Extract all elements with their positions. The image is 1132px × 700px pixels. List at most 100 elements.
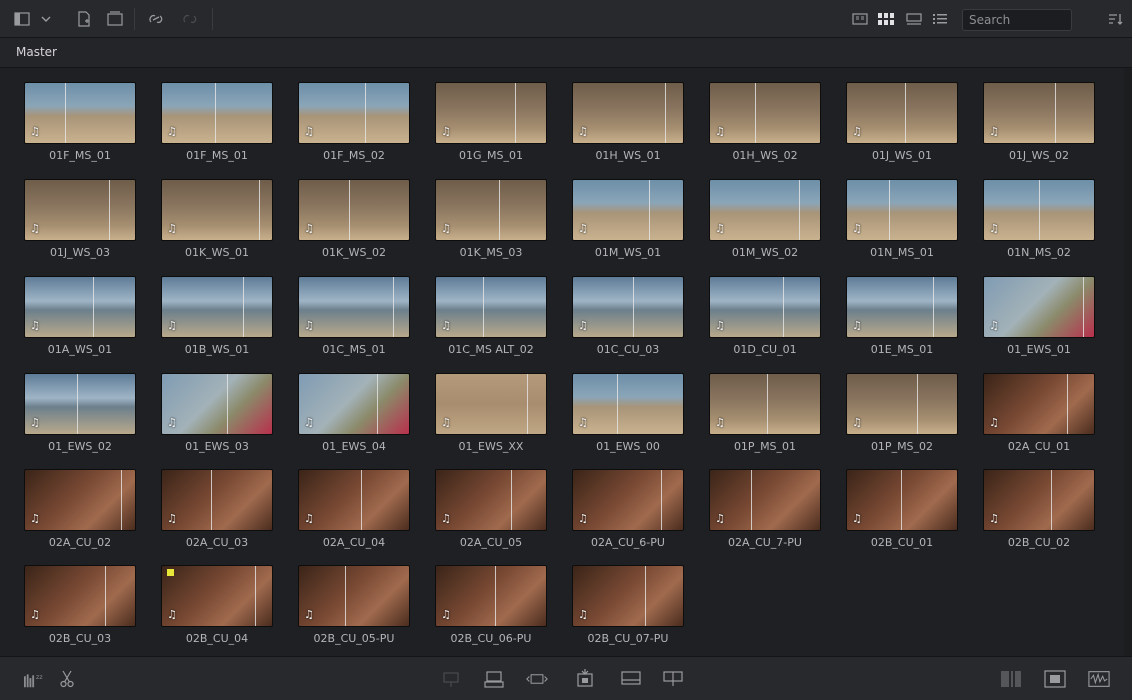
audio-note-icon: ♫ bbox=[715, 222, 725, 235]
playhead-line bbox=[361, 470, 362, 530]
breadcrumb[interactable]: Master bbox=[16, 45, 57, 59]
playhead-line bbox=[109, 180, 110, 240]
audio-note-icon: ♫ bbox=[304, 608, 314, 621]
playhead-line bbox=[751, 470, 752, 530]
grid-scrollbar[interactable] bbox=[1124, 68, 1132, 656]
clip-name: 02B_CU_07-PU bbox=[587, 632, 669, 645]
overwrite-icon[interactable] bbox=[484, 669, 506, 689]
audio-note-icon: ♫ bbox=[578, 125, 588, 138]
playhead-line bbox=[393, 277, 394, 337]
clip-name: 02B_CU_04 bbox=[185, 632, 249, 645]
list-view-icon[interactable] bbox=[930, 9, 950, 29]
new-clip-icon[interactable] bbox=[74, 9, 94, 29]
clip-thumbnail-image: ♫ bbox=[846, 179, 958, 241]
playhead-line bbox=[889, 180, 890, 240]
insert-icon[interactable] bbox=[440, 669, 462, 689]
clip-name: 01A_WS_01 bbox=[47, 343, 113, 356]
clip-thumbnail-image: ♫ bbox=[298, 373, 410, 435]
audio-note-icon: ♫ bbox=[304, 222, 314, 235]
source-view-icon[interactable] bbox=[1000, 669, 1022, 689]
playhead-line bbox=[365, 83, 366, 143]
append-icon[interactable] bbox=[662, 669, 684, 689]
replace-icon[interactable] bbox=[526, 669, 548, 689]
search-input[interactable] bbox=[962, 9, 1072, 31]
audio-note-icon: ♫ bbox=[441, 125, 451, 138]
audio-note-icon: ♫ bbox=[30, 416, 40, 429]
clip-thumbnail-image: ♫ bbox=[983, 276, 1095, 338]
clip-name: 01K_WS_01 bbox=[184, 246, 250, 259]
clip-name: 01F_MS_01 bbox=[49, 149, 111, 162]
playhead-line bbox=[93, 277, 94, 337]
clip-name: 02B_CU_06-PU bbox=[450, 632, 532, 645]
audio-note-icon: ♫ bbox=[852, 512, 862, 525]
audio-note-icon: ♫ bbox=[578, 319, 588, 332]
playhead-line bbox=[499, 180, 500, 240]
clip-name: 02B_CU_01 bbox=[870, 536, 934, 549]
clip-thumbnail-image: ♫ bbox=[983, 82, 1095, 144]
audio-waveform-icon[interactable] bbox=[1088, 669, 1110, 689]
audio-note-icon: ♫ bbox=[304, 125, 314, 138]
playhead-line bbox=[515, 83, 516, 143]
audio-note-icon: ♫ bbox=[30, 125, 40, 138]
clip-name: 01F_MS_02 bbox=[323, 149, 385, 162]
audio-note-icon: ♫ bbox=[715, 125, 725, 138]
clip-thumbnail-image: ♫ bbox=[24, 276, 136, 338]
toolbar-divider bbox=[134, 8, 135, 30]
playhead-line bbox=[259, 180, 260, 240]
clip-name: 01C_MS ALT_02 bbox=[448, 343, 534, 356]
playhead-line bbox=[121, 470, 122, 530]
thumbnail-view-icon[interactable] bbox=[876, 9, 896, 29]
clip-thumbnail-image: ♫ bbox=[24, 373, 136, 435]
audio-note-icon: ♫ bbox=[167, 222, 177, 235]
clip-thumbnail-image: ♫ bbox=[435, 276, 547, 338]
audio-note-icon: ♫ bbox=[304, 416, 314, 429]
playhead-line bbox=[345, 566, 346, 626]
clip-name: 02A_CU_6-PU bbox=[591, 536, 665, 549]
clip-sleep-icon[interactable]: zz bbox=[24, 669, 46, 689]
place-on-top-icon[interactable] bbox=[620, 669, 642, 689]
unlink-icon[interactable] bbox=[180, 9, 200, 29]
playhead-line bbox=[105, 566, 106, 626]
audio-note-icon: ♫ bbox=[167, 416, 177, 429]
clip-thumbnail-image: ♫ bbox=[24, 82, 136, 144]
playhead-line bbox=[495, 566, 496, 626]
new-bin-icon[interactable] bbox=[106, 9, 126, 29]
sidebar-toggle-icon[interactable] bbox=[12, 9, 32, 29]
clip-thumbnail-image: ♫ bbox=[709, 373, 821, 435]
clip-thumbnail-image: ♫ bbox=[846, 373, 958, 435]
clip-thumbnail-image: ♫ bbox=[298, 179, 410, 241]
clip-thumbnail-image: ♫ bbox=[161, 373, 273, 435]
audio-note-icon: ♫ bbox=[578, 416, 588, 429]
clip-thumbnail-image: ♫ bbox=[161, 179, 273, 241]
link-icon[interactable] bbox=[146, 9, 166, 29]
audio-note-icon: ♫ bbox=[578, 222, 588, 235]
audio-note-icon: ♫ bbox=[989, 319, 999, 332]
playhead-line bbox=[755, 83, 756, 143]
metadata-view-icon[interactable] bbox=[850, 9, 870, 29]
audio-note-icon: ♫ bbox=[304, 512, 314, 525]
audio-note-icon: ♫ bbox=[578, 608, 588, 621]
clip-thumbnail-image: ♫ bbox=[846, 469, 958, 531]
clip-thumbnail-image: ♫ bbox=[983, 469, 1095, 531]
playhead-line bbox=[917, 374, 918, 434]
chevron-down-icon[interactable] bbox=[36, 9, 56, 29]
sort-icon[interactable] bbox=[1106, 9, 1126, 29]
playhead-line bbox=[1067, 374, 1068, 434]
audio-note-icon: ♫ bbox=[715, 416, 725, 429]
audio-note-icon: ♫ bbox=[852, 222, 862, 235]
clip-thumbnail-image: ♫ bbox=[983, 179, 1095, 241]
clip-thumbnail-image: ♫ bbox=[709, 179, 821, 241]
cut-icon[interactable] bbox=[56, 669, 78, 689]
fit-to-fill-icon[interactable] bbox=[574, 669, 596, 689]
clip-name: 01B_WS_01 bbox=[184, 343, 250, 356]
audio-note-icon: ♫ bbox=[167, 608, 177, 621]
timeline-view-icon[interactable] bbox=[1044, 669, 1066, 689]
clip-name: 01C_CU_03 bbox=[596, 343, 660, 356]
audio-note-icon: ♫ bbox=[989, 416, 999, 429]
clip-name: 01J_WS_01 bbox=[871, 149, 933, 162]
filmstrip-view-icon[interactable] bbox=[904, 9, 924, 29]
clip-name: 01N_MS_01 bbox=[870, 246, 934, 259]
clip-name: 02B_CU_02 bbox=[1007, 536, 1071, 549]
playhead-line bbox=[901, 470, 902, 530]
clip-name: 02B_CU_05-PU bbox=[313, 632, 395, 645]
